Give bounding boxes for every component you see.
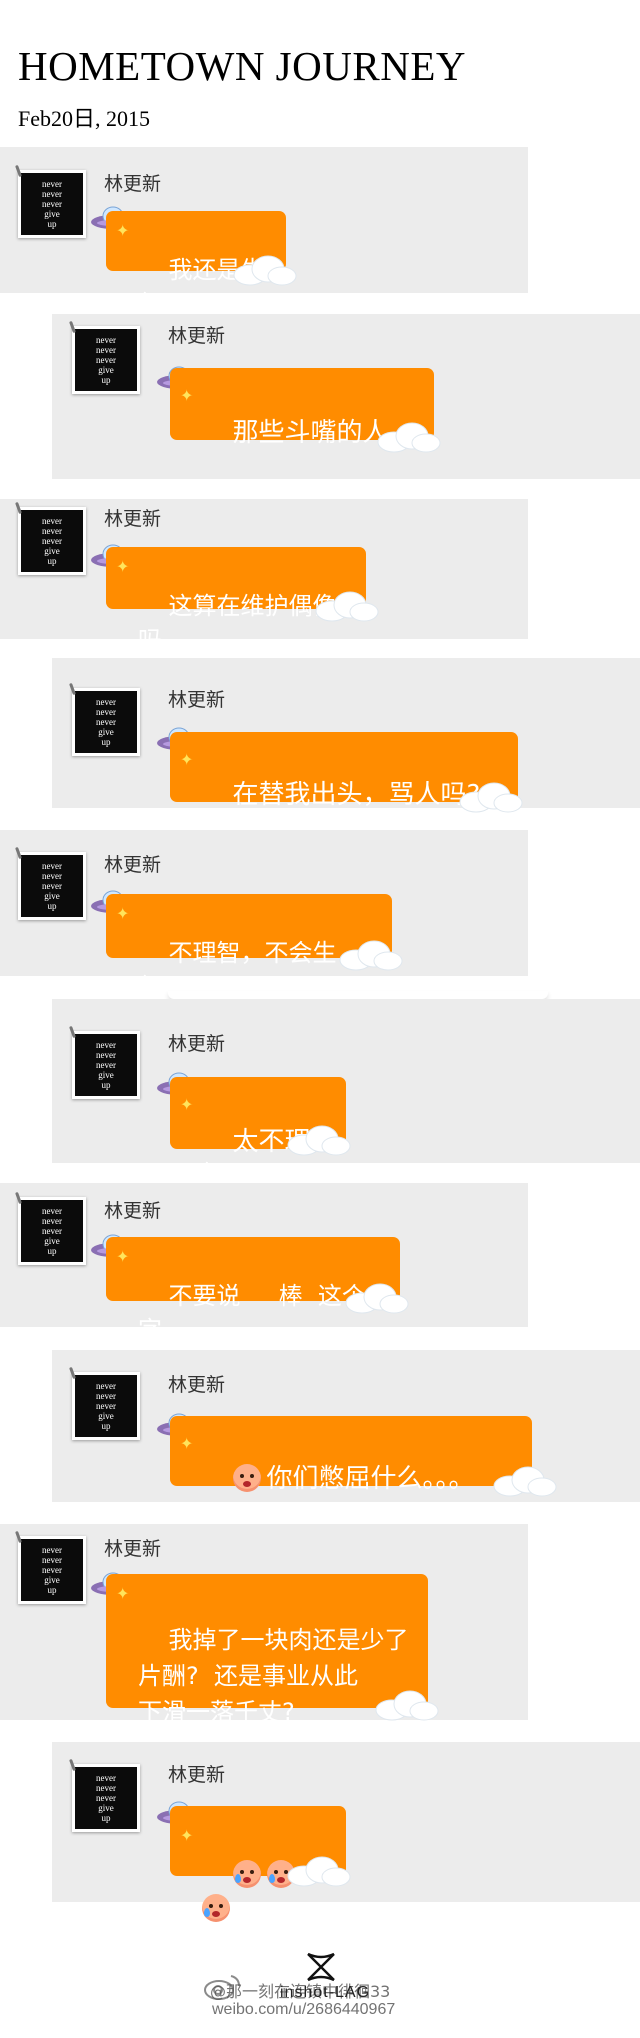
crying-face-icon (232, 1860, 261, 1888)
pin-icon (15, 164, 22, 178)
page-date: Feb20日, 2015 (18, 106, 151, 131)
inshot-brand: inshot-LAG (280, 1984, 371, 2001)
cloud-icon (375, 1690, 439, 1721)
sender-name: 林更新 (104, 854, 162, 876)
message-bubble[interactable]: ✦ 你们憋屈什么。。。 (170, 1416, 532, 1494)
message-card: never never never give up 林更新 ✦ 太不理智 (52, 999, 640, 1191)
page-title: HOMETOWN JOURNEY (18, 43, 466, 89)
sender-name: 林更新 (104, 1538, 162, 1560)
sparkle-icon: ✦ (180, 1434, 194, 1453)
avatar[interactable]: never never never give up (69, 1366, 140, 1440)
cloud-icon (493, 1466, 557, 1497)
weibo-url[interactable]: weibo.com/u/2686440967 (212, 2001, 395, 2019)
sparkle-icon: ✦ (180, 386, 194, 405)
sparkle-icon: ✦ (116, 1247, 130, 1266)
divider (168, 991, 548, 999)
message-card: never never never give up 林更新 ✦ 不理智，不会生气， (0, 830, 528, 1001)
sender-name: 林更新 (168, 325, 226, 347)
cloud-icon (345, 1283, 409, 1314)
pin-icon (69, 1025, 76, 1039)
message-card: never never never give up 林更新 ✦ (52, 1742, 640, 1922)
sparkle-icon: ✦ (116, 557, 130, 576)
avatar[interactable]: never never never give up (15, 846, 86, 920)
sender-name: 林更新 (168, 1374, 226, 1396)
message-card: never never never give up 林更新 ✦ 不要说 棒 这个字 (0, 1183, 528, 1344)
sender-name: 林更新 (168, 1764, 226, 1786)
cloud-icon (339, 940, 403, 971)
avatar[interactable]: never never never give up (15, 501, 86, 575)
avatar[interactable]: never never never give up (15, 1530, 86, 1604)
message-text: 在替我出头，骂人吗? (232, 780, 481, 810)
message-card: never never never give up 林更新 ✦ 这算在维护偶像吗 (0, 499, 528, 654)
sender-name: 林更新 (104, 1200, 162, 1222)
sparkle-icon: ✦ (180, 750, 194, 769)
message-text: 这算在维护偶像吗 (138, 592, 337, 654)
pin-icon (15, 846, 22, 860)
avatar[interactable]: never never never give up (15, 164, 86, 238)
avatar[interactable]: never never never give up (15, 1191, 86, 1265)
sparkle-icon: ✦ (180, 1095, 194, 1114)
pin-icon (15, 1191, 22, 1205)
avatar[interactable]: never never never give up (69, 1758, 140, 1832)
message-card: never never never give up 林更新 ✦ 那些斗嘴的人， (52, 314, 640, 479)
cloud-icon (287, 1856, 351, 1887)
pin-icon (15, 1530, 22, 1544)
cloud-icon (377, 422, 441, 453)
avatar[interactable]: never never never give up (69, 1025, 140, 1099)
sender-name: 林更新 (168, 1033, 226, 1055)
sparkle-icon: ✦ (116, 904, 130, 923)
avatar[interactable]: never never never give up (69, 320, 140, 394)
sparkle-icon: ✦ (116, 221, 130, 240)
scared-face-icon (232, 1464, 261, 1492)
crying-face-icon (202, 1894, 230, 1922)
pin-icon (15, 501, 22, 515)
tear-icon (204, 1908, 210, 1917)
cloud-icon (287, 1125, 351, 1156)
tear-icon (234, 1874, 241, 1883)
sender-name: 林更新 (168, 689, 226, 711)
message-text: 我掉了一块肉还是少了 片酬? 还是事业从此 下滑一落千丈? (138, 1626, 409, 1726)
cloud-icon (233, 255, 297, 286)
message-card: never never never give up 林更新 ✦ 我掉了一块肉还是少了 片酬… (0, 1524, 528, 1726)
pin-icon (69, 320, 76, 334)
sender-name: 林更新 (104, 173, 162, 195)
pin-icon (69, 1366, 76, 1380)
sparkle-icon: ✦ (180, 1826, 194, 1845)
message-card: never never never give up 林更新 ✦ 我还是生气 (0, 147, 528, 318)
message-card: never never never give up 林更新 ✦ 你们憋屈什么。。。 (52, 1350, 640, 1502)
message-card: never never never give up 林更新 ✦ 在替我出头，骂人吗? (52, 658, 640, 813)
cloud-icon (315, 591, 379, 622)
tear-icon (268, 1874, 275, 1883)
pin-icon (69, 682, 76, 696)
pin-icon (69, 1758, 76, 1772)
message-text: 你们憋屈什么。。。 (266, 1464, 475, 1494)
sender-name: 林更新 (104, 508, 162, 530)
sparkle-icon: ✦ (116, 1584, 130, 1603)
message-text: 不要说 棒 这个字 (138, 1282, 366, 1344)
avatar[interactable]: never never never give up (69, 682, 140, 756)
cloud-icon (459, 782, 523, 813)
